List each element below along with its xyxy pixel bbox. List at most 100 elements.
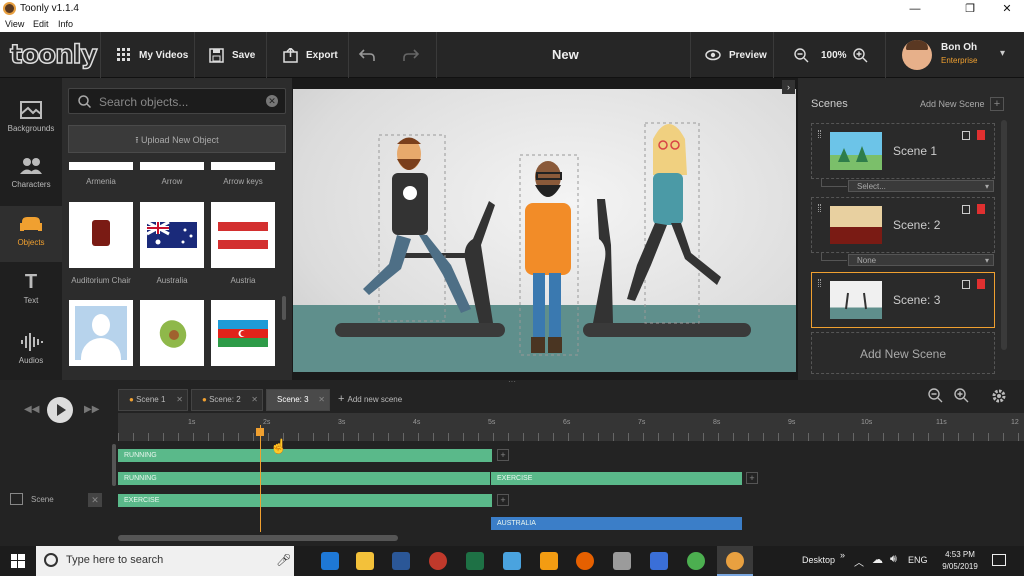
user-menu-chevron-icon[interactable]: ▾ [1000,48,1005,59]
volume-icon[interactable]: 🔊︎ [890,553,897,566]
object-thumb-austria[interactable] [211,202,275,268]
track-clip[interactable]: RUNNING [118,472,490,485]
add-new-scene-link[interactable]: Add New Scene [920,99,985,109]
transition-select-2[interactable]: None [848,254,994,266]
chrome-icon[interactable] [687,552,705,570]
object-thumb-australia[interactable] [140,202,204,268]
edge-icon[interactable] [321,552,339,570]
power-app-icon[interactable] [429,552,447,570]
rail-characters[interactable]: Characters [0,148,62,204]
add-clip-icon[interactable]: + [746,472,758,484]
copy-icon[interactable] [962,131,970,140]
add-new-scene-button[interactable]: Add New Scene [811,332,995,374]
file-explorer-icon[interactable] [356,552,374,570]
drag-handle-icon[interactable] [818,204,821,212]
firefox-icon[interactable] [576,552,594,570]
clear-search-icon[interactable]: ✕ [266,95,278,107]
clock-date[interactable]: 9/05/2019 [938,562,982,571]
undo-button[interactable] [349,32,393,78]
user-avatar[interactable] [902,40,932,70]
object-thumb-arrow[interactable] [140,162,204,170]
track-clip[interactable]: RUNNING [118,449,492,462]
upload-new-object-button[interactable]: ⭱ Upload New Object [68,125,286,153]
menu-view[interactable]: View [5,19,24,29]
timeline-zoom-out-icon[interactable] [928,388,943,403]
scene-card-2[interactable]: Scene: 2 [811,197,995,253]
scenes-scrollbar[interactable] [1001,120,1007,350]
object-thumb-arrow-keys[interactable] [211,162,275,170]
drag-handle-icon[interactable] [818,279,821,287]
objects-scrollbar[interactable] [282,296,286,320]
rail-audios[interactable]: Audios [0,324,62,380]
collapse-panel-chevron-icon[interactable]: › [782,80,795,94]
delete-icon[interactable] [977,204,985,214]
save-button[interactable]: Save [195,32,267,78]
object-thumb-auditorium-chair[interactable] [69,202,133,268]
object-thumb-azerbaijan[interactable] [211,300,275,366]
tracks-scrollbar[interactable] [112,444,116,486]
play-button[interactable] [47,397,73,423]
settings-gear-icon[interactable] [991,388,1007,404]
close-button[interactable]: ✕ [992,0,1022,18]
copy-icon[interactable] [962,280,970,289]
add-new-scene-tab[interactable]: + Add new scene [338,393,402,405]
resize-handle[interactable]: ··· [508,378,516,386]
timeline-tab-scene-3[interactable]: Scene: 3 ✕ [266,389,330,411]
microphone-icon[interactable]: 🎤︎ [276,553,291,567]
network-icon[interactable]: ☁ [872,553,883,566]
delete-icon[interactable] [977,130,985,140]
transition-select-1[interactable]: Select... [848,180,994,192]
vlc-icon[interactable] [540,552,558,570]
track-clip[interactable]: EXERCISE [491,472,742,485]
scene-card-1[interactable]: Scene 1 [811,123,995,179]
timeline-tab-scene-1[interactable]: ● Scene 1 ✕ [118,389,188,411]
my-videos-button[interactable]: My Videos [100,32,195,78]
search-objects-input[interactable]: Search objects... ✕ [68,88,286,114]
copy-icon[interactable] [962,205,970,214]
windows-start-icon[interactable] [11,554,25,568]
rail-backgrounds[interactable]: Backgrounds [0,92,62,148]
taskbar-search-input[interactable]: Type here to search 🎤︎ [36,546,294,576]
playhead[interactable] [260,425,261,532]
menu-info[interactable]: Info [58,19,73,29]
menu-edit[interactable]: Edit [33,19,49,29]
track-clip[interactable]: AUSTRALIA [491,517,742,530]
zoom-in-icon[interactable] [852,47,868,63]
scene-canvas[interactable] [293,89,796,372]
timeline-tab-scene-2[interactable]: ● Scene: 2 ✕ [191,389,263,411]
project-name[interactable]: New [552,47,579,62]
timeline-ruler[interactable]: 1s 2s 3s 4s 5s 6s 7s 8s 9s 10s 11s 12 [118,413,1024,441]
scene-card-3[interactable]: Scene: 3 [811,272,995,328]
action-center-icon[interactable] [992,554,1006,566]
track-clip[interactable]: EXERCISE [118,494,492,507]
photos-icon[interactable] [503,552,521,570]
close-tab-icon[interactable]: ✕ [176,390,183,410]
toonly-taskbar-button[interactable] [717,546,753,576]
maximize-button[interactable]: ❐ [955,0,985,18]
word-icon[interactable] [392,552,410,570]
rail-objects[interactable]: Objects [0,206,62,262]
paint-icon[interactable] [613,552,631,570]
timeline-zoom-in-icon[interactable] [954,388,969,403]
rail-text[interactable]: T Text [0,264,62,320]
export-button[interactable]: Export [267,32,349,78]
object-thumb-avatar[interactable] [69,300,133,366]
timeline-hscrollbar[interactable] [118,535,398,541]
redo-button[interactable] [393,32,437,78]
add-scene-plus-icon[interactable]: + [990,97,1004,111]
minimize-button[interactable]: — [900,0,930,18]
zoom-out-icon[interactable] [794,47,809,63]
add-clip-icon[interactable]: + [497,449,509,461]
add-clip-icon[interactable]: + [497,494,509,506]
toolbar-chevron-icon[interactable]: » [840,550,845,560]
preview-button[interactable]: Preview [690,32,774,78]
drag-handle-icon[interactable] [818,130,821,138]
object-thumb-avocado[interactable] [140,300,204,366]
skip-forward-icon[interactable]: ▶▶ [84,404,99,415]
close-tab-icon[interactable]: ✕ [251,390,258,410]
language-indicator[interactable]: ENG [908,555,928,565]
tray-up-icon[interactable]: ︿ [854,554,864,569]
delete-icon[interactable] [977,279,985,289]
character-standing-man[interactable] [525,161,571,353]
object-thumb-armenia[interactable] [69,162,133,170]
